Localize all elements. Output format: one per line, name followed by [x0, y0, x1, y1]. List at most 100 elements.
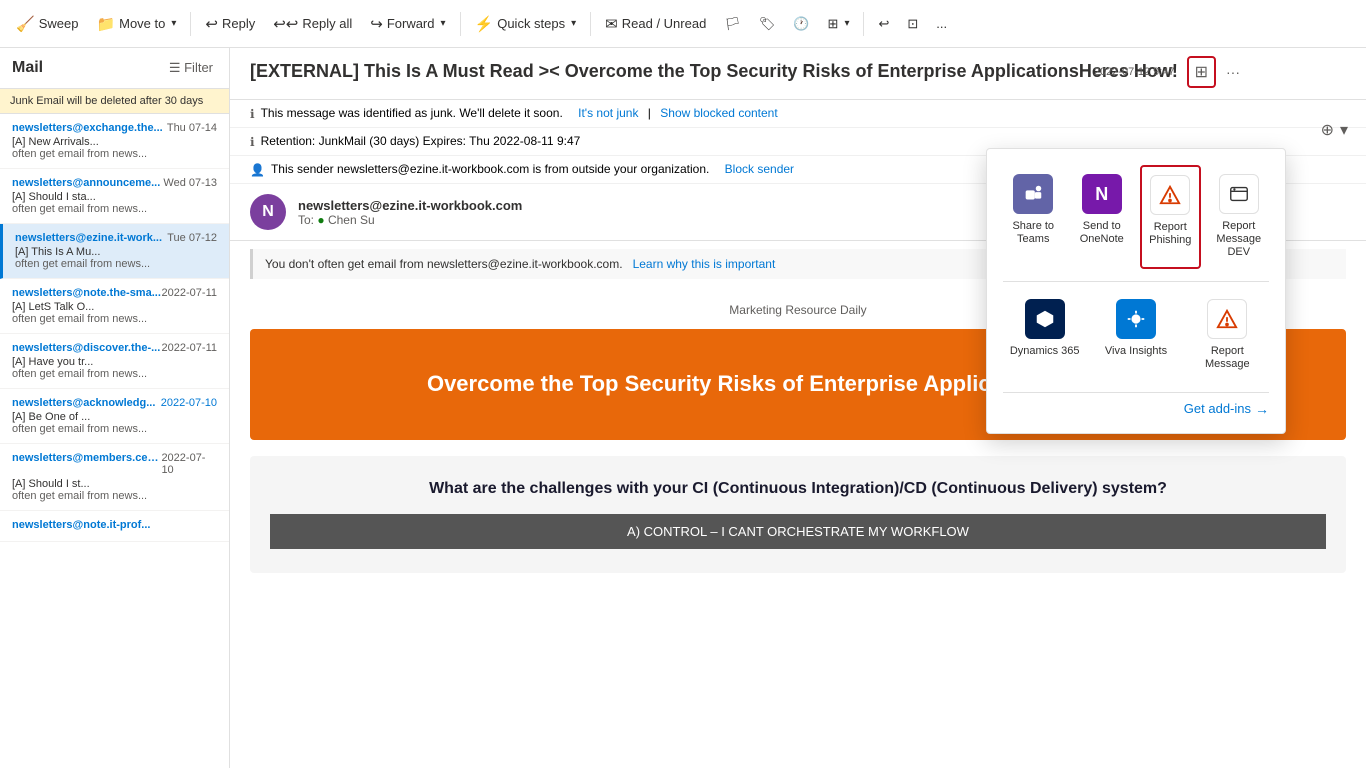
email-date: Wed 07-13: [163, 177, 217, 189]
move-to-button[interactable]: 📁 Move to: [88, 9, 184, 39]
report-message-dev-label: Report Message DEV: [1214, 220, 1265, 260]
zoom-dropdown-button[interactable]: ▾: [1338, 118, 1350, 142]
junk-info-bar: ℹ This message was identified as junk. W…: [230, 100, 1366, 128]
tag-icon: 🏷: [759, 16, 776, 32]
show-blocked-link[interactable]: Show blocked content: [660, 106, 777, 120]
email-content: ⊕ ▾ [EXTERNAL] This Is A Must Read >< Ov…: [230, 48, 1366, 768]
sidebar-title: Mail: [12, 59, 43, 77]
teams-icon: [1013, 174, 1053, 214]
reply-button[interactable]: ↩ Reply: [197, 9, 263, 39]
sidebar-header: Mail ☰ Filter: [0, 48, 229, 89]
report-message-dev-item[interactable]: Report Message DEV: [1209, 165, 1270, 269]
undo-button[interactable]: ↩: [870, 10, 897, 38]
email-date: Tue 07-12: [167, 232, 217, 244]
viva-item[interactable]: Viva Insights: [1094, 290, 1177, 380]
block-sender-link[interactable]: Block sender: [725, 162, 794, 176]
email-list-item[interactable]: newsletters@exchange.the... Thu 07-14 [A…: [0, 114, 229, 169]
forward-icon: ↪: [370, 15, 383, 33]
email-subject: [A] Should I sta...: [12, 191, 217, 203]
report-message-icon: [1207, 299, 1247, 339]
sender-to-name: Chen Su: [328, 213, 375, 227]
dynamics-item[interactable]: Dynamics 365: [1003, 290, 1086, 380]
tag-button[interactable]: 🏷: [751, 10, 784, 38]
email-list-item[interactable]: newsletters@note.the-sma... 2022-07-11 […: [0, 279, 229, 334]
email-preview: often get email from news...: [12, 203, 217, 215]
email-date: 2022-07-11: [162, 287, 217, 299]
not-junk-link[interactable]: It's not junk: [578, 106, 638, 120]
quick-steps-button[interactable]: ⚡ Quick steps: [467, 9, 585, 39]
sidebar-actions: ☰ Filter: [165, 56, 217, 80]
email-top-actions: 2022-07-12 9:47 ⊞ ···: [1094, 56, 1246, 88]
email-meta: newsletters@acknowledg... 2022-07-10: [12, 397, 217, 409]
addins-active-button[interactable]: ⊞: [1187, 56, 1216, 88]
report-message-label: Report Message: [1191, 345, 1264, 371]
read-unread-button[interactable]: ✉ Read / Unread: [597, 9, 714, 39]
report-phishing-item[interactable]: Report Phishing: [1140, 165, 1201, 269]
email-meta: newsletters@ezine.it-work... Tue 07-12: [15, 232, 217, 244]
report-message-item[interactable]: Report Message: [1186, 290, 1269, 380]
email-list: newsletters@exchange.the... Thu 07-14 [A…: [0, 114, 229, 768]
email-list-item[interactable]: newsletters@announceme... Wed 07-13 [A] …: [0, 169, 229, 224]
email-from: newsletters@note.it-prof...: [12, 519, 150, 531]
flag-button[interactable]: 🏳: [716, 10, 749, 38]
email-list-item[interactable]: newsletters@members.cen... 2022-07-10 [A…: [0, 444, 229, 511]
email-list-item[interactable]: newsletters@acknowledg... 2022-07-10 [A]…: [0, 389, 229, 444]
reply-all-button[interactable]: ↩↩ Reply all: [265, 9, 360, 39]
email-list-item[interactable]: newsletters@discover.the-... 2022-07-11 …: [0, 334, 229, 389]
email-meta: newsletters@note.it-prof...: [12, 519, 217, 531]
forward-button[interactable]: ↪ Forward: [362, 9, 453, 39]
get-addins-link[interactable]: Get add-ins: [1184, 401, 1251, 416]
onenote-label: Send to OneNote: [1077, 220, 1128, 246]
ci-btn[interactable]: A) CONTROL – I CANT ORCHESTRATE MY WORKF…: [270, 514, 1326, 549]
reminder-button[interactable]: 🕐: [785, 10, 817, 38]
viva-label: Viva Insights: [1105, 345, 1167, 358]
email-preview: often get email from news...: [12, 148, 217, 160]
email-from: newsletters@members.cen...: [12, 452, 161, 476]
separator-3: [590, 12, 591, 36]
filter-icon: ☰: [169, 60, 181, 75]
send-to-onenote-item[interactable]: N Send to OneNote: [1072, 165, 1133, 269]
sweep-label: Sweep: [39, 16, 79, 31]
reply-all-icon: ↩↩: [273, 15, 298, 33]
toolbar: 🧹 Sweep 📁 Move to ↩ Reply ↩↩ Reply all ↪…: [0, 0, 1366, 48]
report-phishing-icon: [1150, 175, 1190, 215]
arrow-right-icon: →: [1255, 401, 1269, 417]
move-to-label: Move to: [119, 16, 165, 31]
learn-why-link[interactable]: Learn why this is important: [633, 257, 776, 271]
email-meta: newsletters@note.the-sma... 2022-07-11: [12, 287, 217, 299]
email-list-item[interactable]: newsletters@note.it-prof...: [0, 511, 229, 542]
avatar: N: [250, 194, 286, 230]
ci-section: What are the challenges with your CI (Co…: [250, 456, 1346, 573]
external-icon: 👤: [250, 163, 265, 177]
forward-label: Forward: [387, 16, 435, 31]
reply-all-label: Reply all: [302, 16, 352, 31]
email-from: newsletters@announceme...: [12, 177, 160, 189]
actions-button[interactable]: ⊞: [820, 10, 858, 38]
more-button[interactable]: ...: [928, 10, 955, 37]
email-meta: newsletters@announceme... Wed 07-13: [12, 177, 217, 189]
email-from: newsletters@note.the-sma...: [12, 287, 161, 299]
share-to-teams-item[interactable]: Share to Teams: [1003, 165, 1064, 269]
read-unread-label: Read / Unread: [622, 16, 707, 31]
more-email-button[interactable]: ···: [1220, 60, 1246, 84]
quick-steps-icon: ⚡: [475, 15, 494, 33]
retention-text: Retention: JunkMail (30 days) Expires: T…: [261, 134, 581, 148]
reply-label: Reply: [222, 16, 255, 31]
email-list-item[interactable]: newsletters@ezine.it-work... Tue 07-12 […: [0, 224, 229, 279]
info-icon: ℹ: [250, 107, 255, 121]
email-meta: newsletters@discover.the-... 2022-07-11: [12, 342, 217, 354]
sidebar: Mail ☰ Filter Junk Email will be deleted…: [0, 48, 230, 768]
quick-steps-label: Quick steps: [497, 16, 565, 31]
filter-button[interactable]: ☰ Filter: [165, 56, 217, 80]
separator-2: [460, 12, 461, 36]
junk-message: This message was identified as junk. We'…: [261, 106, 563, 120]
more-label: ...: [936, 16, 947, 31]
open-button[interactable]: ⊡: [899, 10, 926, 38]
sweep-button[interactable]: 🧹 Sweep: [8, 9, 86, 39]
email-subject: [A] Be One of ...: [12, 411, 217, 423]
main-layout: Mail ☰ Filter Junk Email will be deleted…: [0, 48, 1366, 768]
zoom-in-button[interactable]: ⊕: [1319, 118, 1336, 142]
popup-footer: Get add-ins →: [1003, 392, 1269, 417]
sweep-icon: 🧹: [16, 15, 35, 33]
email-subject: [A] New Arrivals...: [12, 136, 217, 148]
